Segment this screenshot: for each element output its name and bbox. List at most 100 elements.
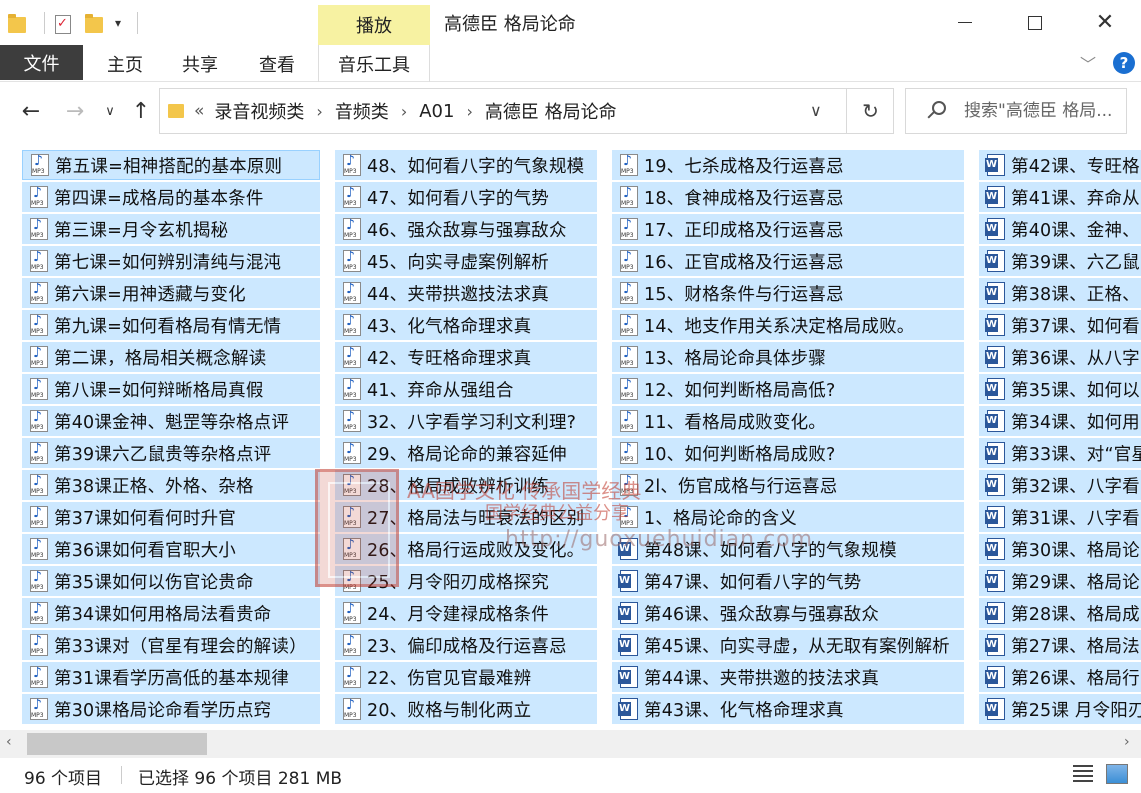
file-item[interactable]: 41、弃命从强组合 bbox=[335, 374, 597, 404]
recent-locations-button[interactable]: ∨ bbox=[100, 96, 120, 126]
file-item[interactable]: 18、食神成格及行运喜忌 bbox=[612, 182, 964, 212]
file-item[interactable]: 第30课、格局论 bbox=[979, 534, 1141, 564]
file-item[interactable]: 第九课=如何看格局有情无情 bbox=[22, 310, 320, 340]
file-item[interactable]: 32、八字看学习利文利理? bbox=[335, 406, 597, 436]
file-item[interactable]: 第31课看学历高低的基本规律 bbox=[22, 662, 320, 692]
breadcrumb-item[interactable]: 音频类 bbox=[335, 98, 389, 124]
context-tab-play[interactable]: 播放 bbox=[318, 5, 430, 45]
address-bar[interactable]: « 录音视频类 › 音频类 › A01 › 高德臣 格局论命 ∨ ↻ bbox=[159, 88, 894, 134]
properties-icon[interactable] bbox=[51, 9, 75, 37]
file-item[interactable]: 第40课金神、魁罡等杂格点评 bbox=[22, 406, 320, 436]
refresh-button[interactable]: ↻ bbox=[846, 89, 894, 133]
file-item[interactable]: 46、强众敌寡与强寡敌众 bbox=[335, 214, 597, 244]
file-item[interactable]: 25、月令阳刃成格探究 bbox=[335, 566, 597, 596]
large-icons-view-icon[interactable] bbox=[1106, 764, 1128, 784]
file-item[interactable]: 第35课、如何以 bbox=[979, 374, 1141, 404]
file-item[interactable]: 17、正印成格及行运喜忌 bbox=[612, 214, 964, 244]
file-item[interactable]: 第36课、从八字 bbox=[979, 342, 1141, 372]
chevron-right-icon[interactable]: › bbox=[316, 102, 322, 121]
scroll-right-icon[interactable]: › bbox=[1124, 734, 1130, 750]
file-item[interactable]: 第八课=如何辩晰格局真假 bbox=[22, 374, 320, 404]
file-item[interactable]: 第32课、八字看 bbox=[979, 470, 1141, 500]
file-item[interactable]: 第43课、化气格命理求真 bbox=[612, 694, 964, 724]
file-item[interactable]: 10、如何判断格局成败? bbox=[612, 438, 964, 468]
scroll-left-icon[interactable]: ‹ bbox=[6, 734, 12, 750]
maximize-button[interactable] bbox=[1012, 0, 1058, 45]
file-item[interactable]: 44、夹带拱邀技法求真 bbox=[335, 278, 597, 308]
file-item[interactable]: 47、如何看八字的气势 bbox=[335, 182, 597, 212]
scrollbar-thumb[interactable] bbox=[27, 733, 207, 755]
file-item[interactable]: 12、如何判断格局高低? bbox=[612, 374, 964, 404]
horizontal-scrollbar[interactable]: ‹ › bbox=[0, 730, 1141, 758]
file-item[interactable]: 第二课，格局相关概念解读 bbox=[22, 342, 320, 372]
file-item[interactable]: 第33课对（官星有理会的解读） bbox=[22, 630, 320, 660]
file-item[interactable]: 第41课、弃命从 bbox=[979, 182, 1141, 212]
search-box[interactable] bbox=[905, 88, 1127, 134]
file-item[interactable]: 第34课如何用格局法看贵命 bbox=[22, 598, 320, 628]
file-item[interactable]: 43、化气格命理求真 bbox=[335, 310, 597, 340]
file-item[interactable]: 第42课、专旺格 bbox=[979, 150, 1141, 180]
file-item[interactable]: 42、专旺格命理求真 bbox=[335, 342, 597, 372]
tab-view[interactable]: 查看 bbox=[248, 45, 306, 82]
file-item[interactable]: 第六课=用神透藏与变化 bbox=[22, 278, 320, 308]
file-item[interactable]: 第七课=如何辨别清纯与混沌 bbox=[22, 246, 320, 276]
help-button[interactable]: ? bbox=[1113, 52, 1135, 74]
file-item[interactable]: 第28课、格局成 bbox=[979, 598, 1141, 628]
breadcrumb-overflow[interactable]: « bbox=[194, 101, 204, 121]
file-item[interactable]: 第40课、金神、 bbox=[979, 214, 1141, 244]
breadcrumb-item[interactable]: A01 bbox=[419, 101, 454, 122]
tab-share[interactable]: 共享 bbox=[172, 45, 228, 82]
breadcrumb-item[interactable]: 高德臣 格局论命 bbox=[485, 98, 617, 124]
expand-ribbon-chevron-icon[interactable]: ﹀ bbox=[1080, 51, 1096, 75]
up-button[interactable]: ↑ bbox=[128, 96, 154, 126]
file-item[interactable]: 28、格局成败辨析训练 bbox=[335, 470, 597, 500]
file-item[interactable]: 第48课、如何看八字的气象规模 bbox=[612, 534, 964, 564]
file-item[interactable]: 第25课 月令阳刃 bbox=[979, 694, 1141, 724]
file-item[interactable]: 15、财格条件与行运喜忌 bbox=[612, 278, 964, 308]
close-button[interactable]: ✕ bbox=[1082, 0, 1128, 45]
file-item[interactable]: 第45课、向实寻虚，从无取有案例解析 bbox=[612, 630, 964, 660]
file-item[interactable]: 第39课六乙鼠贵等杂格点评 bbox=[22, 438, 320, 468]
file-item[interactable]: 20、败格与制化两立 bbox=[335, 694, 597, 724]
file-item[interactable]: 第44课、夹带拱邀的技法求真 bbox=[612, 662, 964, 692]
file-item[interactable]: 第37课、如何看 bbox=[979, 310, 1141, 340]
file-item[interactable]: 2l、伤官成格与行运喜忌 bbox=[612, 470, 964, 500]
file-item[interactable]: 29、格局论命的兼容延伸 bbox=[335, 438, 597, 468]
file-item[interactable]: 27、格局法与旺衰法的区别 bbox=[335, 502, 597, 532]
tab-home[interactable]: 主页 bbox=[95, 45, 155, 82]
file-item[interactable]: 第27课、格局法 bbox=[979, 630, 1141, 660]
forward-button[interactable]: → bbox=[60, 96, 90, 126]
file-item[interactable]: 第37课如何看何时升官 bbox=[22, 502, 320, 532]
file-item[interactable]: 45、向实寻虚案例解析 bbox=[335, 246, 597, 276]
file-item[interactable]: 第26课、格局行 bbox=[979, 662, 1141, 692]
file-item[interactable]: 第47课、如何看八字的气势 bbox=[612, 566, 964, 596]
file-item[interactable]: 第34课、如何用 bbox=[979, 406, 1141, 436]
file-item[interactable]: 19、七杀成格及行运喜忌 bbox=[612, 150, 964, 180]
tab-music-tools[interactable]: 音乐工具 bbox=[318, 45, 430, 82]
new-folder-icon[interactable] bbox=[83, 9, 107, 37]
file-item[interactable]: 48、如何看八字的气象规模 bbox=[335, 150, 597, 180]
file-item[interactable]: 第29课、格局论 bbox=[979, 566, 1141, 596]
file-item[interactable]: 第35课如何以伤官论贵命 bbox=[22, 566, 320, 596]
file-item[interactable]: 26、格局行运成败及变化。 bbox=[335, 534, 597, 564]
file-item[interactable]: 第38课正格、外格、杂格 bbox=[22, 470, 320, 500]
file-item[interactable]: 第三课=月令玄机揭秘 bbox=[22, 214, 320, 244]
file-item[interactable]: 23、偏印成格及行运喜忌 bbox=[335, 630, 597, 660]
file-item[interactable]: 第四课=成格局的基本条件 bbox=[22, 182, 320, 212]
file-item[interactable]: 22、伤官见官最难辨 bbox=[335, 662, 597, 692]
file-item[interactable]: 14、地支作用关系决定格局成败。 bbox=[612, 310, 964, 340]
file-item[interactable]: 第38课、正格、 bbox=[979, 278, 1141, 308]
chevron-right-icon[interactable]: › bbox=[466, 102, 472, 121]
file-item[interactable]: 第33课、对“官星 bbox=[979, 438, 1141, 468]
file-item[interactable]: 第39课、六乙鼠 bbox=[979, 246, 1141, 276]
breadcrumb-item[interactable]: 录音视频类 bbox=[214, 98, 304, 124]
details-view-icon[interactable] bbox=[1073, 765, 1093, 783]
back-button[interactable]: ← bbox=[16, 96, 46, 126]
minimize-button[interactable] bbox=[942, 0, 988, 45]
customize-toolbar-arrow-icon[interactable]: ▾ bbox=[115, 16, 121, 30]
address-dropdown-chevron-icon[interactable]: ∨ bbox=[810, 101, 822, 120]
file-item[interactable]: 第31课、八字看 bbox=[979, 502, 1141, 532]
search-input[interactable] bbox=[964, 96, 1122, 126]
file-item[interactable]: 第30课格局论命看学历点窍 bbox=[22, 694, 320, 724]
file-item[interactable]: 第46课、强众敌寡与强寡敌众 bbox=[612, 598, 964, 628]
